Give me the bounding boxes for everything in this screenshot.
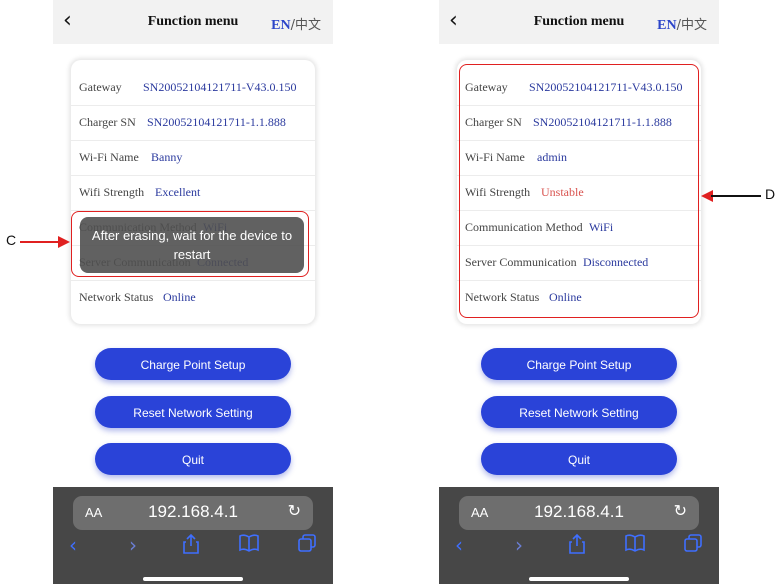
- reset-network-setting-button[interactable]: Reset Network Setting: [481, 396, 677, 428]
- lang-en[interactable]: EN: [657, 18, 676, 33]
- top-bar: ‹ Function menu EN/中文: [53, 0, 333, 44]
- toast-message: After erasing, wait for the device to re…: [80, 217, 304, 273]
- reload-icon[interactable]: ↻: [288, 501, 301, 520]
- bookmarks-icon[interactable]: [624, 533, 646, 558]
- reset-network-setting-button[interactable]: Reset Network Setting: [95, 396, 291, 428]
- lang-zh[interactable]: 中文: [681, 18, 707, 33]
- lang-zh[interactable]: 中文: [295, 18, 321, 33]
- info-card: Gateway SN20052104121711-V43.0.150 Charg…: [71, 60, 315, 324]
- info-row-network-status: Network Status Online: [79, 290, 196, 304]
- info-row-gateway: Gateway SN20052104121711-V43.0.150: [71, 70, 315, 106]
- phone-screen-left: ‹ Function menu EN/中文 Gateway SN20052104…: [53, 0, 333, 584]
- reload-icon[interactable]: ↻: [674, 501, 687, 520]
- quit-button[interactable]: Quit: [95, 443, 291, 475]
- language-switch[interactable]: EN/中文: [271, 14, 321, 34]
- back-arrow-icon[interactable]: ‹: [69, 533, 77, 557]
- charge-point-setup-button[interactable]: Charge Point Setup: [481, 348, 677, 380]
- callout-arrow-c: [20, 241, 62, 243]
- info-row-wifi-name: Wi-Fi Name Banny: [71, 140, 315, 176]
- home-indicator: [143, 577, 243, 581]
- forward-arrow-icon[interactable]: ›: [129, 533, 137, 557]
- address-bar[interactable]: AA 192.168.4.1 ↻: [73, 496, 313, 530]
- tabs-icon[interactable]: [297, 533, 317, 558]
- back-arrow-icon[interactable]: ‹: [455, 533, 463, 557]
- browser-chrome: AA 192.168.4.1 ↻ ‹ ›: [439, 487, 719, 584]
- address-bar[interactable]: AA 192.168.4.1 ↻: [459, 496, 699, 530]
- info-row-wifi-strength: Wifi Strength Excellent: [71, 175, 315, 211]
- language-switch[interactable]: EN/中文: [657, 14, 707, 34]
- forward-arrow-icon[interactable]: ›: [515, 533, 523, 557]
- quit-button[interactable]: Quit: [481, 443, 677, 475]
- callout-label-c: C: [6, 232, 17, 248]
- arrowhead-right-icon: [58, 236, 70, 248]
- share-icon[interactable]: [567, 533, 587, 560]
- browser-chrome: AA 192.168.4.1 ↻ ‹ ›: [53, 487, 333, 584]
- home-indicator: [529, 577, 629, 581]
- top-bar: ‹ Function menu EN/中文: [439, 0, 719, 44]
- tabs-icon[interactable]: [683, 533, 703, 558]
- callout-label-d: D: [765, 186, 776, 202]
- url-text[interactable]: 192.168.4.1: [73, 502, 313, 522]
- lang-en[interactable]: EN: [271, 18, 290, 33]
- url-text[interactable]: 192.168.4.1: [459, 502, 699, 522]
- info-row-charger-sn: Charger SN SN20052104121711-1.1.888: [71, 105, 315, 141]
- share-icon[interactable]: [181, 533, 201, 560]
- callout-arrow-d: [711, 195, 761, 197]
- charge-point-setup-button[interactable]: Charge Point Setup: [95, 348, 291, 380]
- bookmarks-icon[interactable]: [238, 533, 260, 558]
- highlight-box-d: [459, 64, 699, 318]
